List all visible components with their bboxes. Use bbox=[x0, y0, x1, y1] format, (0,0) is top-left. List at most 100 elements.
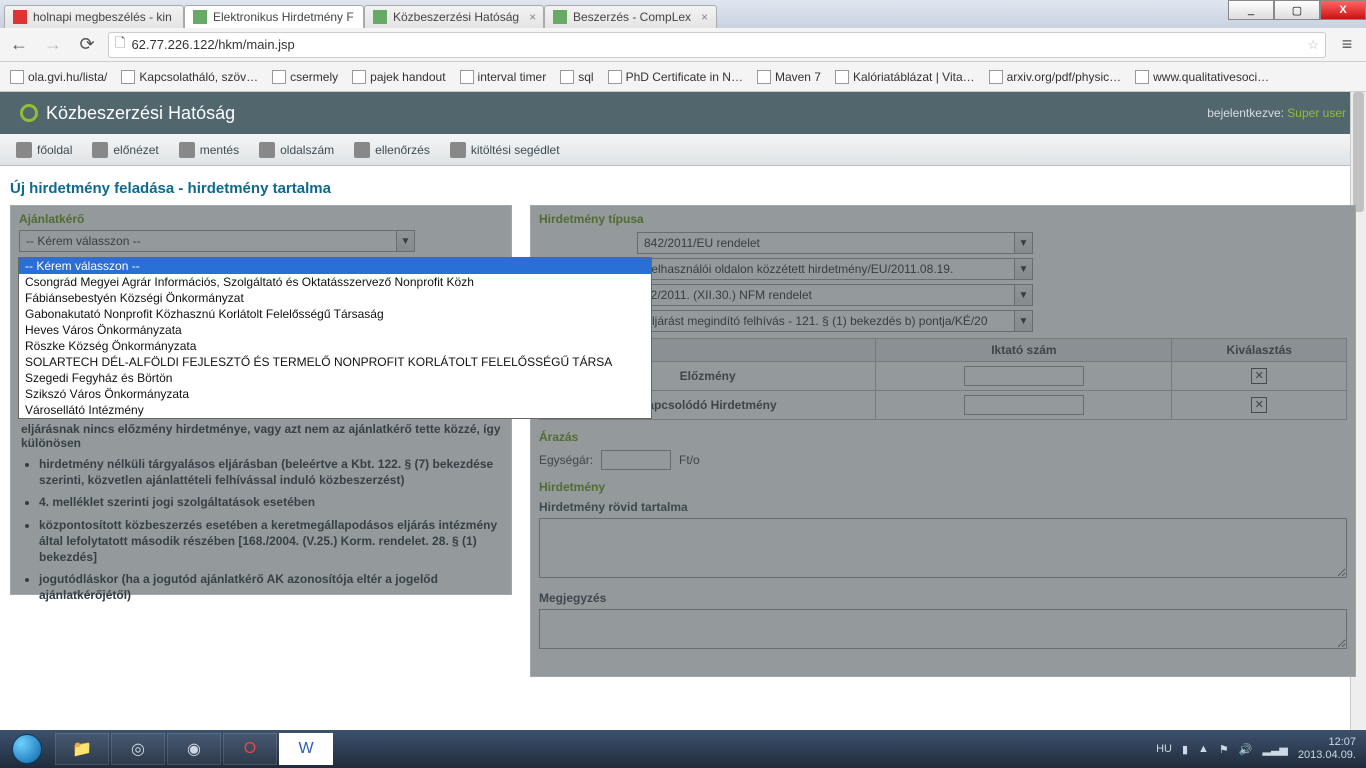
tray-up-icon[interactable]: ▲ bbox=[1198, 743, 1209, 755]
save-icon bbox=[179, 142, 195, 158]
dropdown-option[interactable]: Szikszó Város Önkormányzata bbox=[19, 386, 651, 402]
dropdown-option[interactable]: Csongrád Megyei Agrár Információs, Szolg… bbox=[19, 274, 651, 290]
requester-dropdown[interactable]: -- Kérem válasszon --Csongrád Megyei Agr… bbox=[18, 257, 652, 419]
note-bullet-item: hirdetmény nélküli tárgyalásos eljárásba… bbox=[39, 456, 501, 488]
nav-back-button[interactable]: ← bbox=[6, 32, 32, 58]
dropdown-option[interactable]: Városellátó Intézmény bbox=[19, 402, 651, 418]
toolbar-pagenum[interactable]: oldalszám bbox=[259, 142, 334, 158]
nav-reload-button[interactable]: ⟳ bbox=[74, 32, 100, 58]
tray-vol-icon[interactable]: 🔊 bbox=[1239, 743, 1253, 756]
tab-label: Beszerzés - CompLex bbox=[573, 10, 691, 24]
task-chrome[interactable]: ◉ bbox=[167, 733, 221, 765]
site-title: Közbeszerzési Hatóság bbox=[46, 103, 235, 124]
dropdown-option[interactable]: Gabonakutató Nonprofit Közhasznú Korláto… bbox=[19, 306, 651, 322]
bookmark-favicon bbox=[989, 70, 1003, 84]
windows-taskbar: 📁 ◎ ◉ O W HU ▮ ▲ ⚑ 🔊 ▂▃▅ 12:07 2013.04.0… bbox=[0, 730, 1366, 768]
pagenum-icon bbox=[259, 142, 275, 158]
th-kivalasztas: Kiválasztás bbox=[1172, 339, 1347, 362]
browser-tab[interactable]: Közbeszerzési Hatóság× bbox=[364, 5, 544, 28]
delete-icon[interactable]: ✕ bbox=[1251, 368, 1267, 384]
dropdown-option[interactable]: SOLARTECH DÉL-ALFÖLDI FEJLESZTŐ ÉS TERME… bbox=[19, 354, 651, 370]
content-textarea[interactable] bbox=[539, 518, 1347, 578]
type-select-1[interactable]: Felhasználói oldalon közzétett hirdetmén… bbox=[637, 258, 1033, 280]
iktato-input[interactable] bbox=[964, 366, 1084, 386]
bookmark-item[interactable]: PhD Certificate in N… bbox=[608, 70, 743, 84]
iktato-input[interactable] bbox=[964, 395, 1084, 415]
bookmark-item[interactable]: ola.gvi.hu/lista/ bbox=[10, 70, 107, 84]
type-select-0[interactable]: 842/2011/EU rendelet▼ bbox=[637, 232, 1033, 254]
bookmark-item[interactable]: Kalóriatáblázat | Vita… bbox=[835, 70, 975, 84]
tab-label: Elektronikus Hirdetmény F bbox=[213, 10, 354, 24]
browser-tab-strip: holnapi megbeszélés - kin×Elektronikus H… bbox=[0, 0, 1366, 28]
type-select-2[interactable]: 92/2011. (XII.30.) NFM rendelet▼ bbox=[637, 284, 1033, 306]
bookmark-item[interactable]: arxiv.org/pdf/physic… bbox=[989, 70, 1122, 84]
tray-lang[interactable]: HU bbox=[1156, 743, 1172, 755]
toolbar-label: ellenőrzés bbox=[375, 143, 430, 157]
tab-close-icon[interactable]: × bbox=[701, 10, 708, 24]
bookmark-item[interactable]: Maven 7 bbox=[757, 70, 821, 84]
task-opera[interactable]: O bbox=[223, 733, 277, 765]
site-logo[interactable]: Közbeszerzési Hatóság bbox=[20, 103, 235, 124]
tab-favicon bbox=[13, 10, 27, 24]
logo-ring-icon bbox=[20, 104, 38, 122]
toolbar-save[interactable]: mentés bbox=[179, 142, 239, 158]
dropdown-option[interactable]: Röszke Község Önkormányzata bbox=[19, 338, 651, 354]
dropdown-option[interactable]: Fábiánsebestyén Községi Önkormányzat bbox=[19, 290, 651, 306]
bookmark-favicon bbox=[1135, 70, 1149, 84]
dropdown-option[interactable]: -- Kérem válasszon -- bbox=[19, 258, 651, 274]
bookmark-item[interactable]: sql bbox=[560, 70, 593, 84]
browser-tab[interactable]: Beszerzés - CompLex × bbox=[544, 5, 717, 28]
task-app-1[interactable]: ◎ bbox=[111, 733, 165, 765]
bookmark-item[interactable]: interval timer bbox=[460, 70, 547, 84]
toolbar-check[interactable]: ellenőrzés bbox=[354, 142, 430, 158]
bookmark-star-icon[interactable]: ☆ bbox=[1307, 37, 1319, 53]
type-select-value: 842/2011/EU rendelet bbox=[644, 236, 760, 250]
toolbar-preview[interactable]: előnézet bbox=[92, 142, 158, 158]
bookmark-item[interactable]: pajek handout bbox=[352, 70, 445, 84]
bookmark-item[interactable]: csermely bbox=[272, 70, 338, 84]
tray-flag-icon[interactable]: ⚑ bbox=[1219, 743, 1229, 756]
tray-net-icon[interactable]: ▮ bbox=[1182, 743, 1188, 756]
start-button[interactable] bbox=[0, 730, 54, 768]
toolbar-home[interactable]: főoldal bbox=[16, 142, 72, 158]
bookmarks-bar: ola.gvi.hu/lista/Kapcsolatháló, szöv… cse… bbox=[0, 62, 1366, 92]
dropdown-option[interactable]: Szegedi Fegyház és Börtön bbox=[19, 370, 651, 386]
price-input[interactable] bbox=[601, 450, 671, 470]
dropdown-option[interactable]: Heves Város Önkormányzata bbox=[19, 322, 651, 338]
tab-close-icon[interactable]: × bbox=[529, 10, 536, 24]
bookmark-item[interactable]: www.qualitativesoci… bbox=[1135, 70, 1269, 84]
bookmark-favicon bbox=[121, 70, 135, 84]
bookmark-favicon bbox=[757, 70, 771, 84]
chrome-menu-button[interactable]: ≡ bbox=[1334, 32, 1360, 58]
address-bar[interactable]: 🗋 62.77.226.122/hkm/main.jsp ☆ bbox=[108, 32, 1326, 58]
task-word[interactable]: W bbox=[279, 733, 333, 765]
tab-label: holnapi megbeszélés - kin bbox=[33, 10, 172, 24]
browser-tab[interactable]: Elektronikus Hirdetmény F× bbox=[184, 5, 364, 28]
chevron-down-icon: ▼ bbox=[1014, 285, 1032, 305]
toolbar-help[interactable]: kitöltési segédlet bbox=[450, 142, 560, 158]
type-select-3[interactable]: Eljárást megindító felhívás - 121. § (1)… bbox=[637, 310, 1033, 332]
bookmark-favicon bbox=[352, 70, 366, 84]
nav-forward-button[interactable]: → bbox=[40, 32, 66, 58]
login-status: bejelentkezve: Super user bbox=[1207, 106, 1346, 120]
window-minimize[interactable]: _ bbox=[1228, 0, 1274, 20]
bookmark-favicon bbox=[608, 70, 622, 84]
tray-signal-icon[interactable]: ▂▃▅ bbox=[1262, 743, 1287, 756]
delete-icon[interactable]: ✕ bbox=[1251, 397, 1267, 413]
window-maximize[interactable]: ▢ bbox=[1274, 0, 1320, 20]
th-iktato: Iktató szám bbox=[876, 339, 1172, 362]
note-bullet-item: 4. melléklet szerinti jogi szolgáltatáso… bbox=[39, 494, 501, 510]
note-textarea[interactable] bbox=[539, 609, 1347, 649]
bookmark-favicon bbox=[835, 70, 849, 84]
type-select-value: Eljárást megindító felhívás - 121. § (1)… bbox=[644, 314, 988, 328]
tray-clock[interactable]: 12:07 2013.04.09. bbox=[1298, 736, 1356, 762]
note-label: Megjegyzés bbox=[539, 591, 1347, 605]
bookmark-item[interactable]: Kapcsolatháló, szöv… bbox=[121, 70, 258, 84]
note-bullet-item: jogutódláskor (ha a jogutód ajánlatkérő … bbox=[39, 571, 501, 603]
requester-select[interactable]: -- Kérem válasszon -- ▼ bbox=[19, 230, 415, 252]
note-bullet-item: központosított közbeszerzés esetében a k… bbox=[39, 517, 501, 566]
window-close[interactable]: X bbox=[1320, 0, 1366, 20]
task-explorer[interactable]: 📁 bbox=[55, 733, 109, 765]
browser-tab[interactable]: holnapi megbeszélés - kin× bbox=[4, 5, 184, 28]
toolbar-label: előnézet bbox=[113, 143, 158, 157]
